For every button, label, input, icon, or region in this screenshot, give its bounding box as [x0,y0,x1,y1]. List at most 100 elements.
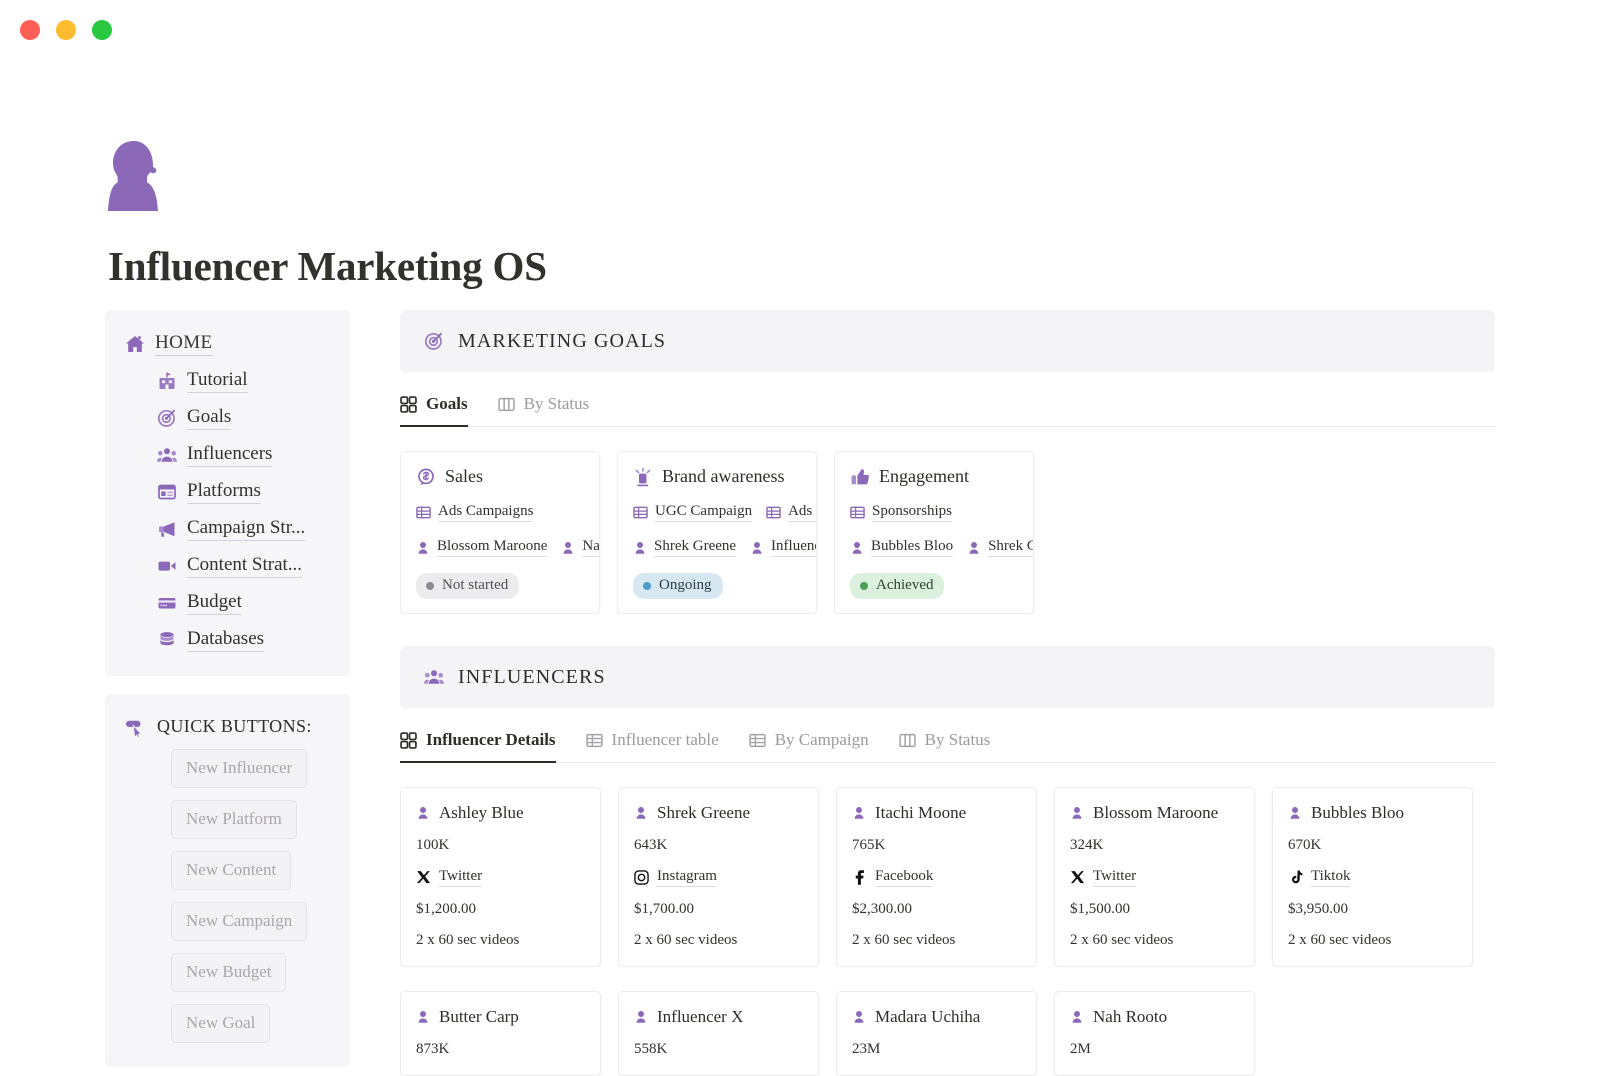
target-icon [157,408,177,428]
sidebar-item-label: Campaign Str... [187,517,305,541]
goal-card[interactable]: Engagement Sponsorships [834,451,1034,614]
sidebar-item-platforms[interactable]: Platforms [157,480,330,504]
tab-label: Goals [426,394,468,414]
influencer-platform[interactable]: Tiktok [1288,868,1457,887]
sidebar-item-influencers[interactable]: Influencers [157,443,330,467]
tab-label: By Status [925,730,991,750]
twitter-x-icon [416,870,431,885]
goal-title: Sales [445,466,483,487]
influencer-name: Bubbles Bloo [1311,803,1404,823]
influencer-name: Butter Carp [439,1007,519,1027]
sidebar-item-goals[interactable]: Goals [157,406,330,430]
influencer-chip[interactable]: Nah Rooto [561,538,600,557]
influencer-followers: 670K [1288,837,1457,854]
person-icon [634,1009,648,1025]
table-icon [850,505,865,520]
campaign-chip[interactable]: Ads Campaigns [766,503,817,522]
goal-card[interactable]: Sales Ads Campaigns [400,451,600,614]
sidebar-item-home[interactable]: HOME [125,332,330,356]
maximize-button[interactable] [92,20,112,40]
credit-card-icon [157,593,177,613]
quick-buttons-header: QUICK BUTTONS: [125,716,330,737]
sidebar-item-label: Platforms [187,480,261,504]
influencer-platform[interactable]: Twitter [416,868,585,887]
influencer-followers: 324K [1070,837,1239,854]
person-icon [634,805,648,821]
influencer-followers: 643K [634,837,803,854]
goal-card-header: Brand awareness [633,466,802,487]
sidebar-item-content-strategy[interactable]: Content Strat... [157,554,330,578]
influencer-followers: 100K [416,837,585,854]
goal-card[interactable]: Brand awareness UGC Campaign [617,451,817,614]
tab-by-campaign[interactable]: By Campaign [749,730,869,763]
influencer-chip[interactable]: Shrek Greene [633,538,736,557]
influencer-platform[interactable]: Instagram [634,868,803,887]
campaign-label: Ads Campaigns [788,503,817,522]
influencer-platform[interactable]: Facebook [852,868,1021,887]
influencer-card[interactable]: Shrek Greene 643K Instagram $1,700.00 2 … [618,787,819,967]
influencer-deliverable: 2 x 60 sec videos [852,932,1021,949]
new-budget-button[interactable]: New Budget [171,953,286,992]
campaign-chip[interactable]: UGC Campaign [633,503,752,522]
influencer-card-header: Bubbles Bloo [1288,803,1457,823]
influencer-card[interactable]: Madara Uchiha 23M [836,991,1037,1076]
thumbs-up-icon [850,467,870,487]
influencer-name: Ashley Blue [439,803,524,823]
influencer-label: Shrek Greene [988,538,1034,557]
page-title: Influencer Marketing OS [108,242,547,290]
person-icon [852,1009,866,1025]
video-camera-icon [157,556,177,576]
person-icon [416,541,430,555]
influencer-chip[interactable]: Shrek Greene [967,538,1034,557]
campaign-label: UGC Campaign [655,503,752,522]
sidebar-item-tutorial[interactable]: Tutorial [157,369,330,393]
influencer-chip[interactable]: Blossom Maroone [416,538,547,557]
influencer-card[interactable]: Bubbles Bloo 670K Tiktok $3,950.00 2 x 6… [1272,787,1473,967]
influencer-card[interactable]: Itachi Moone 765K Facebook $2,300.00 2 x… [836,787,1037,967]
influencer-card[interactable]: Blossom Maroone 324K Twitter $1,500.00 2… [1054,787,1255,967]
campaign-chip[interactable]: Ads Campaigns [416,503,533,522]
new-influencer-button[interactable]: New Influencer [171,749,307,788]
tab-by-status[interactable]: By Status [899,730,991,763]
person-icon [416,805,430,821]
campaign-chip[interactable]: Sponsorships [850,503,952,522]
new-campaign-button[interactable]: New Campaign [171,902,307,941]
quick-buttons-title: QUICK BUTTONS: [157,716,312,737]
main-layout: HOME Tutorial [105,310,1495,1076]
close-button[interactable] [20,20,40,40]
minimize-button[interactable] [56,20,76,40]
tab-by-status[interactable]: By Status [498,394,590,427]
platforms-icon [157,482,177,502]
influencer-card[interactable]: Butter Carp 873K [400,991,601,1076]
goal-card-header: Engagement [850,466,1019,487]
sidebar-item-databases[interactable]: Databases [157,628,330,652]
influencer-chip[interactable]: Influencer X [750,538,817,557]
new-goal-button[interactable]: New Goal [171,1004,270,1043]
new-content-button[interactable]: New Content [171,851,291,890]
goal-influencers: Blossom Maroone Nah Rooto [416,538,585,557]
goal-campaigns: Sponsorships [850,503,1019,522]
table-icon [766,505,781,520]
goal-influencers: Shrek Greene Influencer X [633,538,802,557]
tab-goals[interactable]: Goals [400,394,468,427]
person-icon [852,805,866,821]
influencer-chip[interactable]: Bubbles Bloo [850,538,953,557]
database-icon [157,630,177,650]
new-platform-button[interactable]: New Platform [171,800,297,839]
influencer-name: Nah Rooto [1093,1007,1167,1027]
influencer-card[interactable]: Ashley Blue 100K Twitter $1,200.00 2 x 6… [400,787,601,967]
tutorial-icon [157,371,177,391]
sidebar-item-budget[interactable]: Budget [157,591,330,615]
influencer-card[interactable]: Influencer X 558K [618,991,819,1076]
influencer-platform[interactable]: Twitter [1070,868,1239,887]
influencer-cards-row-2: Butter Carp 873K Influencer X 558K [400,991,1495,1076]
tab-influencer-table[interactable]: Influencer table [586,730,719,763]
sidebar-item-label: Content Strat... [187,554,302,578]
influencer-card[interactable]: Nah Rooto 2M [1054,991,1255,1076]
influencer-followers: 2M [1070,1041,1239,1058]
influencer-followers: 558K [634,1041,803,1058]
status-label: Achieved [876,577,933,594]
table-icon [416,505,431,520]
sidebar-item-campaign-strategy[interactable]: Campaign Str... [157,517,330,541]
tab-influencer-details[interactable]: Influencer Details [400,730,556,763]
